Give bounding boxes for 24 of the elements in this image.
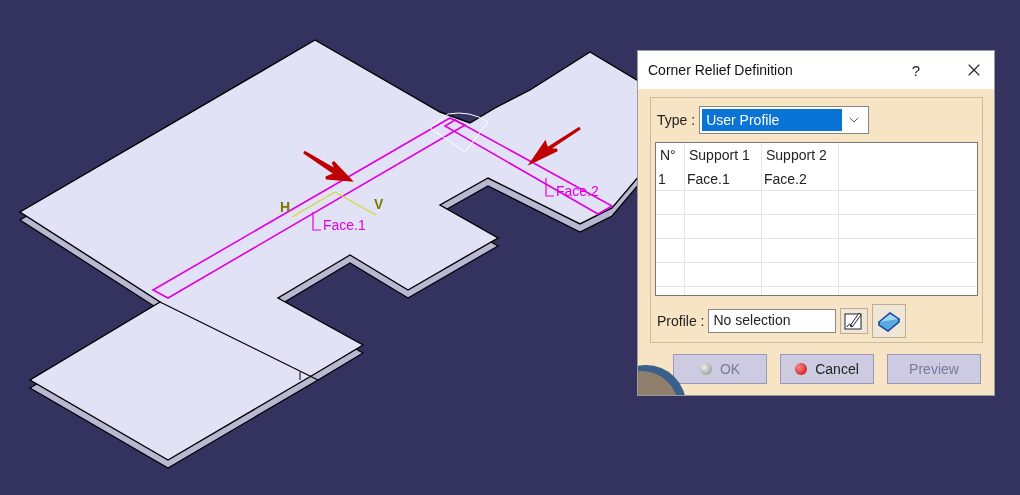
column-header: Support 1 — [688, 146, 751, 165]
profile-field[interactable]: No selection — [708, 309, 837, 333]
catalog-button[interactable] — [872, 304, 907, 338]
sketch-button[interactable] — [840, 308, 869, 334]
help-button[interactable]: ? — [911, 61, 920, 79]
table-cell-text: Face.1 — [686, 170, 731, 189]
axis-label: H — [280, 199, 291, 215]
axis-label: V — [374, 196, 384, 212]
bullet-icon — [795, 363, 808, 375]
column-header: N° — [659, 146, 677, 165]
face-leader-icon — [545, 177, 555, 197]
table-cell-text: 1 — [657, 170, 667, 189]
column-header: Support 2 — [765, 146, 828, 165]
bullet-icon — [699, 363, 712, 375]
window-title: Corner Relief Definition — [648, 62, 794, 78]
arrow-icon — [527, 126, 582, 166]
arrow-icon — [302, 150, 354, 182]
dialog-button[interactable]: Cancel — [780, 354, 874, 384]
face-leader-icon — [312, 211, 322, 231]
type-dropdown[interactable]: User Profile — [699, 106, 870, 134]
type-label: Type : — [656, 112, 696, 128]
table-cell-text: Face.2 — [763, 170, 808, 189]
face-label: Face.1 — [323, 217, 366, 233]
profile-label: Profile : — [656, 313, 705, 329]
